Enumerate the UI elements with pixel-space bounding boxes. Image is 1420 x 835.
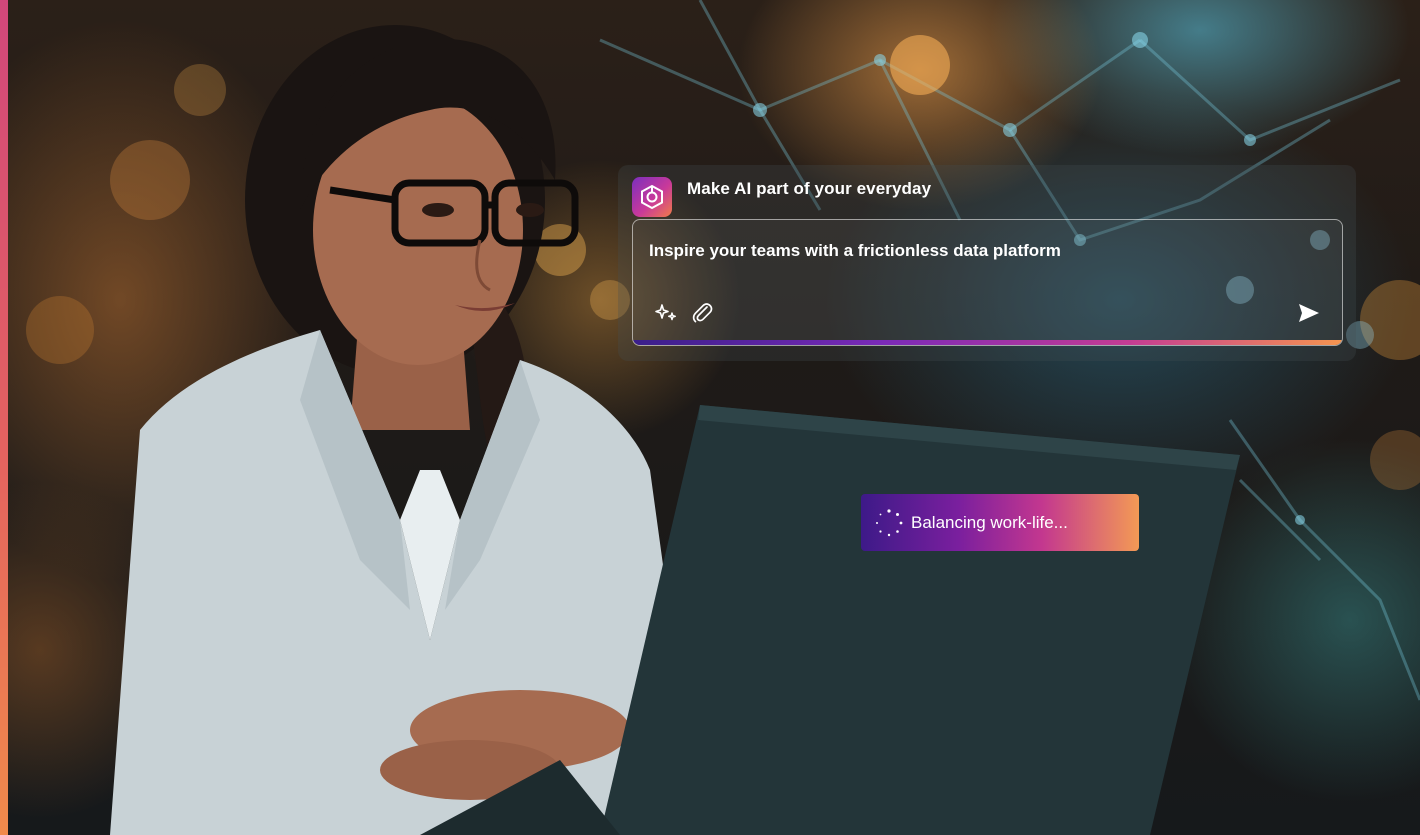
loading-status: Balancing work-life... [861,494,1139,551]
copilot-logo-icon [632,177,672,217]
send-arrow-icon [1299,304,1319,322]
attach-button[interactable] [688,298,716,326]
panel-title: Make AI part of your everyday [687,179,932,198]
paperclip-icon [692,303,713,323]
prompt-input[interactable]: Inspire your teams with a frictionless d… [632,219,1343,346]
sparkle-icon [655,304,676,321]
sparkle-button[interactable] [652,298,680,326]
loading-text: Balancing work-life... [911,512,1068,532]
spinner-icon [876,508,903,536]
laptop [420,405,1240,835]
send-button[interactable] [1294,298,1324,328]
hero-scene: Make AI part of your everyday Inspire yo… [0,0,1420,835]
prompt-input-value[interactable]: Inspire your teams with a frictionless d… [649,241,1061,261]
gradient-underline [633,340,1342,345]
